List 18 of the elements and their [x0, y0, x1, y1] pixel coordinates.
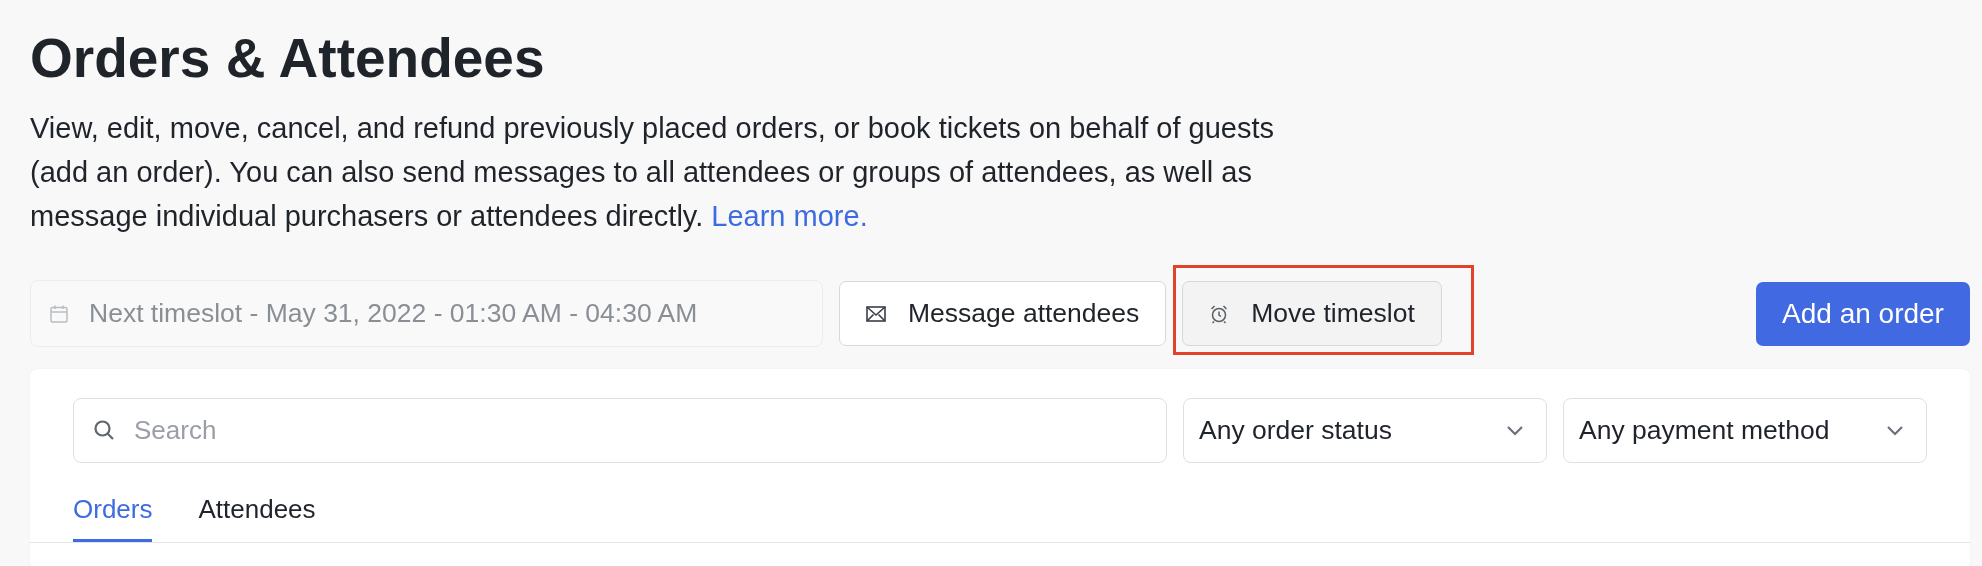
page-description: View, edit, move, cancel, and refund previously placed orders, or book tickets on behalf of guests (add an order). You can also send messages to all attendees or groups of attendees, as well as message individual purchasers or attendees directly. Learn more.: [30, 111, 1275, 234]
tab[interactable]: Attendees: [198, 494, 316, 542]
chevron-down-icon: [1886, 425, 1904, 436]
move-button[interactable]: Move timeslot: [1182, 281, 1442, 346]
calendar-icon: [49, 303, 69, 324]
filter-dropdown[interactable]: Any payment method: [1563, 398, 1927, 463]
add-order-button[interactable]: Add an order: [1756, 281, 1970, 346]
timeslot-value: Next timeslot - May 31, 2022 - 01:30 AM - 04:30 AM: [89, 298, 698, 329]
tab[interactable]: Orders: [73, 494, 153, 542]
search-icon: [93, 419, 115, 441]
page-title: Orders & Attendees: [30, 26, 546, 91]
chevron-down-icon: [1506, 425, 1524, 436]
learn-more-link[interactable]: Learn more.: [711, 200, 868, 232]
envelope-icon: [866, 305, 886, 322]
search-field[interactable]: Search: [73, 398, 1167, 463]
alarm-clock-icon: [1209, 303, 1230, 324]
filter-dropdown[interactable]: Any order status: [1183, 398, 1547, 463]
message-button[interactable]: Message attendees: [839, 281, 1167, 346]
